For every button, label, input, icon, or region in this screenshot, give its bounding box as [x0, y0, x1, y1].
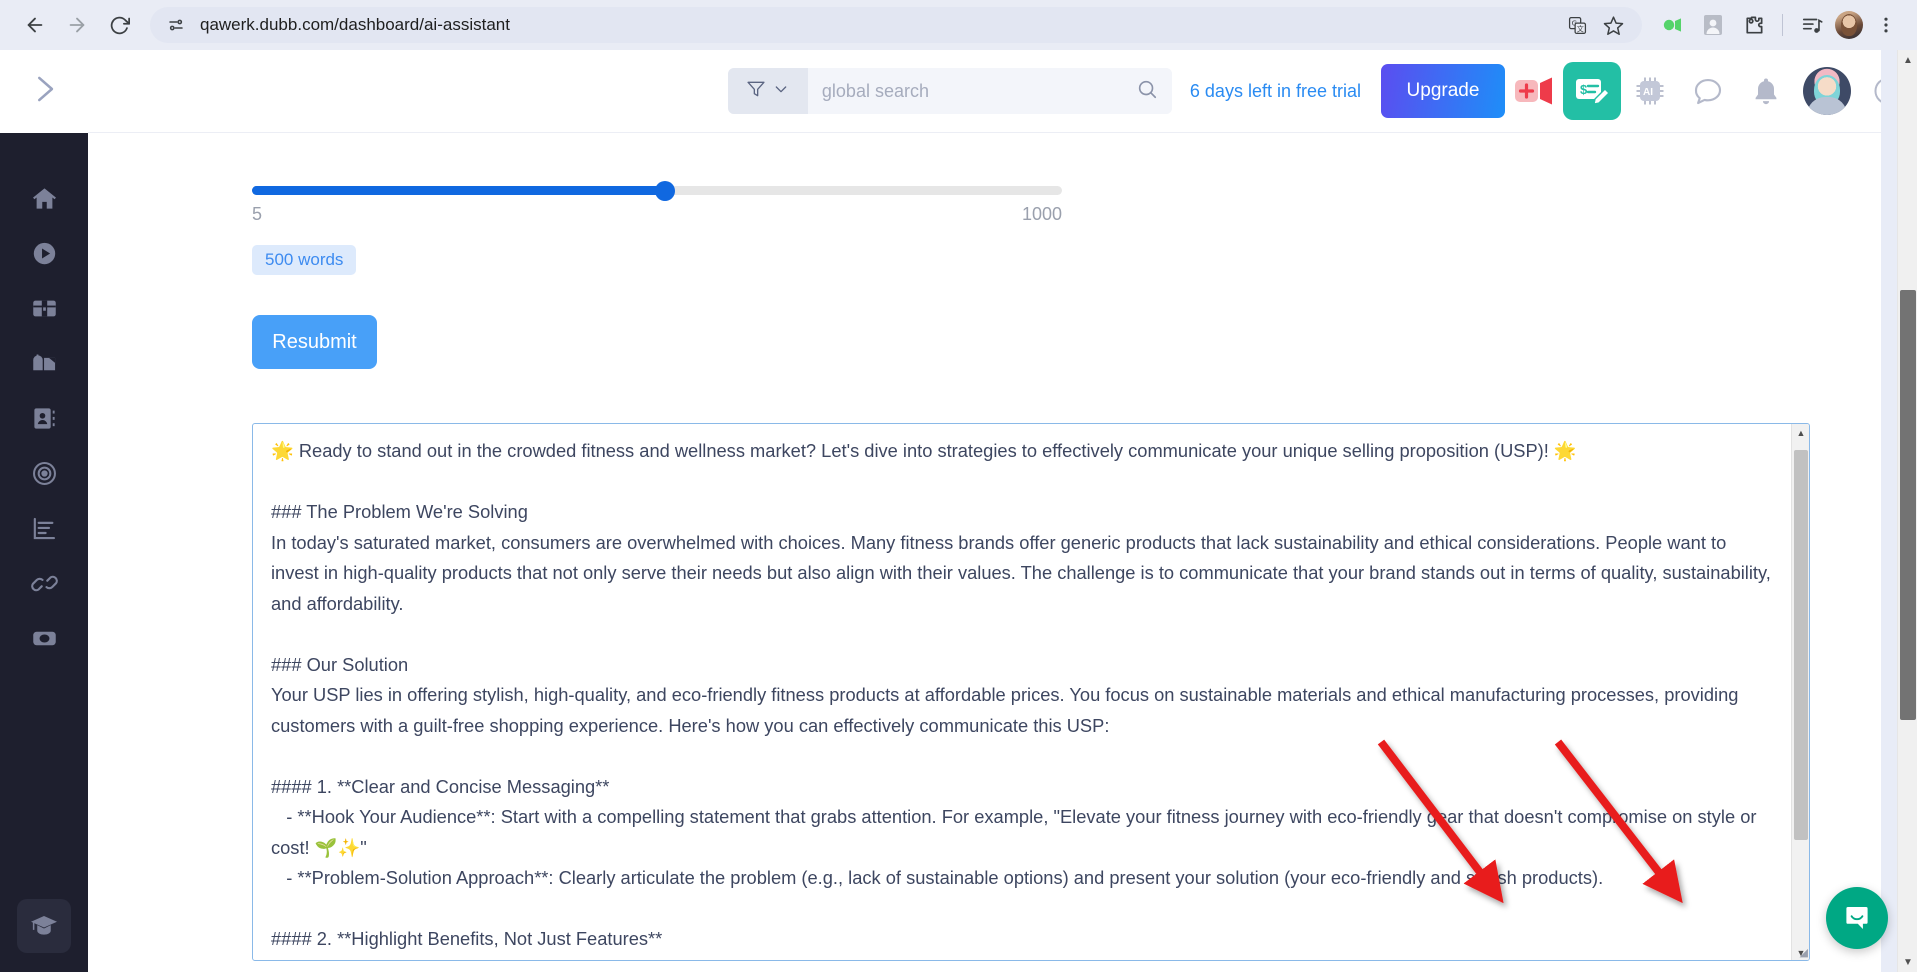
page-scrollbar-thumb[interactable]: [1900, 290, 1916, 720]
site-info-icon[interactable]: [164, 13, 188, 37]
svg-text:AI: AI: [1643, 87, 1653, 98]
word-count-badge: 500 words: [252, 245, 357, 275]
omnibox-url-text: qawerk.dubb.com/dashboard/ai-assistant: [200, 15, 510, 34]
page-viewport: global search 6 days left in free trial …: [0, 50, 1917, 972]
ai-chip-icon[interactable]: AI: [1621, 62, 1679, 120]
page-scroll-up-icon[interactable]: ▲: [1898, 50, 1917, 70]
slider-thumb[interactable]: [655, 180, 676, 201]
upgrade-button[interactable]: Upgrade: [1381, 64, 1505, 118]
search-input-placeholder: global search: [821, 80, 929, 101]
free-trial-notice[interactable]: 6 days left in free trial: [1190, 81, 1361, 102]
toolbar-divider: [1782, 14, 1783, 36]
sidebar-item-campaigns[interactable]: [17, 336, 71, 390]
filter-funnel-icon: [746, 79, 766, 104]
slider-max-label: 1000: [1021, 204, 1062, 224]
create-invoice-icon[interactable]: $: [1563, 62, 1621, 120]
output-scrollbar-thumb[interactable]: [1794, 450, 1808, 840]
slider-min-label: 5: [252, 204, 263, 224]
sidebar-item-billing[interactable]: [17, 611, 71, 665]
sidebar-item-automations[interactable]: [17, 446, 71, 500]
search-filter-dropdown[interactable]: [727, 68, 808, 114]
extensions-puzzle-icon[interactable]: [1736, 8, 1770, 42]
profile-extension-icon[interactable]: [1696, 8, 1730, 42]
word-count-slider[interactable]: 5 1000: [252, 180, 1062, 225]
ai-output-box[interactable]: 🌟 Ready to stand out in the crowded fitn…: [252, 423, 1810, 961]
slider-track[interactable]: [252, 180, 1062, 201]
user-avatar[interactable]: [1803, 67, 1851, 115]
app-header: global search 6 days left in free trial …: [88, 50, 1917, 133]
sidebar-bottom-group: [0, 899, 88, 954]
browser-back-button[interactable]: [14, 4, 56, 46]
translate-icon[interactable]: G文: [1562, 10, 1592, 40]
three-dot-menu-icon[interactable]: [1869, 8, 1903, 42]
sidebar-expand-column: [0, 50, 88, 133]
chrome-profile-avatar[interactable]: [1835, 11, 1863, 39]
ai-output-text[interactable]: 🌟 Ready to stand out in the crowded fitn…: [253, 424, 1793, 960]
svg-text:$: $: [1580, 82, 1588, 97]
main-content: 5 1000 500 words Resubmit 🌟 Ready to sta…: [88, 133, 1901, 972]
sidebar-item-contacts[interactable]: [17, 391, 71, 445]
intercom-chat-launcher[interactable]: [1826, 887, 1888, 949]
global-search-bar[interactable]: global search: [727, 68, 1172, 114]
chat-bubble-icon[interactable]: [1679, 62, 1737, 120]
add-video-icon[interactable]: [1505, 62, 1563, 120]
sidebar-item-home[interactable]: [17, 171, 71, 225]
slider-fill: [252, 186, 666, 195]
resize-grip-icon[interactable]: ◢: [1792, 943, 1808, 959]
browser-reload-button[interactable]: [98, 4, 140, 46]
bookmark-star-icon[interactable]: [1598, 10, 1628, 40]
search-icon[interactable]: [1136, 78, 1158, 105]
notification-bell-icon[interactable]: [1737, 62, 1795, 120]
page-scroll-down-icon[interactable]: ▼: [1898, 952, 1917, 972]
sidebar-item-academy[interactable]: [17, 899, 71, 953]
omnibox[interactable]: qawerk.dubb.com/dashboard/ai-assistant G…: [150, 7, 1642, 43]
browser-toolbar: qawerk.dubb.com/dashboard/ai-assistant G…: [0, 0, 1917, 50]
sidebar-item-integrations[interactable]: [17, 556, 71, 610]
media-playlist-icon[interactable]: [1795, 8, 1829, 42]
slider-range-labels: 5 1000: [252, 204, 1062, 225]
chevron-down-icon: [773, 81, 789, 102]
chevron-right-icon[interactable]: [25, 70, 63, 113]
search-input-field[interactable]: global search: [807, 68, 1172, 114]
page-scroll-gutter: [1881, 50, 1897, 972]
left-sidebar: [0, 133, 88, 972]
svg-text:文: 文: [1576, 24, 1583, 33]
resubmit-button[interactable]: Resubmit: [252, 315, 377, 369]
video-record-icon[interactable]: [1656, 8, 1690, 42]
scroll-up-arrow-icon[interactable]: ▲: [1792, 424, 1809, 442]
output-scrollbar[interactable]: ▲ ▼: [1791, 424, 1809, 960]
browser-action-icons: [1656, 8, 1903, 42]
browser-forward-button[interactable]: [56, 4, 98, 46]
sidebar-item-showcases[interactable]: [17, 281, 71, 335]
page-scrollbar[interactable]: ▲ ▼: [1897, 50, 1917, 972]
sidebar-item-videos[interactable]: [17, 226, 71, 280]
sidebar-item-analytics[interactable]: [17, 501, 71, 555]
